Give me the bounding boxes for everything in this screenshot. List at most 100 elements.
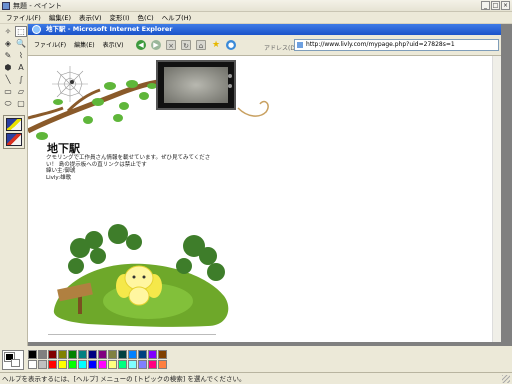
color-swatch[interactable]	[158, 360, 167, 369]
spider-icon	[70, 80, 74, 84]
toolbox: ✧ ⬚ ◈ 🔍 ✎ ⌇ ⬢ A ╲ ∫ ▭ ▱ ⬭ ▢	[0, 24, 28, 346]
color-swatch[interactable]	[78, 350, 87, 359]
ie-url: http://www.livly.com/mypage.php?uid=2782…	[306, 41, 455, 48]
paint-app-icon	[2, 2, 10, 10]
color-swatch[interactable]	[28, 350, 37, 359]
tv-knob	[228, 74, 232, 78]
menu-edit[interactable]: 編集(E)	[45, 12, 75, 24]
rounded-rect-tool-icon[interactable]: ▢	[15, 98, 27, 109]
ie-refresh-icon: ↻	[181, 40, 191, 50]
rect-select-icon[interactable]: ⬚	[15, 26, 27, 37]
opaque-option-icon[interactable]	[6, 118, 22, 131]
ie-history-icon: ●	[226, 40, 236, 50]
vine-icon	[237, 100, 269, 117]
color-swatch[interactable]	[38, 360, 47, 369]
rectangle-tool-icon[interactable]: ▭	[2, 86, 14, 97]
ie-address-field: http://www.livly.com/mypage.php?uid=2782…	[294, 39, 499, 51]
color-swatch[interactable]	[128, 360, 137, 369]
resize-grip-icon[interactable]	[502, 375, 510, 383]
ie-forward-icon: ▶	[151, 40, 161, 50]
ie-home-icon: ⌂	[196, 40, 206, 50]
ie-address-label: アドレス(D)	[264, 45, 298, 52]
menu-help[interactable]: ヘルプ(H)	[158, 12, 195, 24]
paint-window: 無題 - ペイント _ □ × ファイル(F) 編集(E) 表示(V) 変形(I…	[0, 0, 512, 384]
color-swatch[interactable]	[158, 350, 167, 359]
ie-title: 地下駅 - Microsoft Internet Explorer	[46, 25, 173, 33]
tv-knob	[228, 84, 232, 88]
ie-back-icon: ◀	[136, 40, 146, 50]
color-swatch[interactable]	[98, 350, 107, 359]
desc-line: Livly:雄歌	[46, 174, 72, 181]
color-swatch[interactable]	[118, 360, 127, 369]
ie-menu-file: ファイル(F)	[34, 42, 67, 49]
color-swatch[interactable]	[108, 360, 117, 369]
branch-icon	[28, 79, 159, 134]
canvas-area[interactable]: 地下駅 - Microsoft Internet Explorer ファイル(F…	[28, 24, 512, 346]
paint-title: 無題 - ペイント	[13, 2, 62, 10]
paint-menu-bar: ファイル(F) 編集(E) 表示(V) 変形(I) 色(C) ヘルプ(H)	[0, 12, 512, 24]
ie-favorites-icon: ★	[211, 40, 221, 50]
pencil-icon[interactable]: ✎	[2, 50, 14, 61]
curve-tool-icon[interactable]: ∫	[15, 74, 27, 85]
menu-view[interactable]: 表示(V)	[75, 12, 106, 24]
color-swatch[interactable]	[48, 360, 57, 369]
ie-stop-icon: ×	[166, 40, 176, 50]
page-art	[28, 66, 269, 327]
spider-web-icon	[52, 66, 88, 102]
ie-toolbar: ファイル(F) 編集(E) 表示(V) ◀ ▶ × ↻ ⌂ ★ ● アドレス(D…	[28, 35, 501, 56]
page-description: クモリングで工作員さん情報を載せています。ぜひ見てみてくださ い！ 島の提示板へ…	[46, 155, 246, 181]
color-swatch[interactable]	[58, 350, 67, 359]
magnifier-icon[interactable]: 🔍	[15, 38, 27, 49]
color-swatch[interactable]	[68, 350, 77, 359]
color-swatch[interactable]	[128, 350, 137, 359]
paint-title-bar[interactable]: 無題 - ペイント _ □ ×	[0, 0, 512, 12]
divider	[48, 334, 216, 335]
transparent-option-icon[interactable]	[6, 133, 22, 146]
text-tool-icon[interactable]: A	[15, 62, 27, 73]
tv-screen	[164, 67, 228, 103]
menu-image[interactable]: 変形(I)	[106, 12, 134, 24]
page-icon	[297, 42, 303, 48]
status-bar: ヘルプを表示するには、[ヘルプ] メニューの [トピックの検索] を選んでくださ…	[0, 372, 512, 384]
color-swatch[interactable]	[58, 360, 67, 369]
color-swatch[interactable]	[98, 360, 107, 369]
maximize-button[interactable]: □	[491, 1, 500, 10]
fill-bucket-icon[interactable]: ⬢	[2, 62, 14, 73]
brush-icon[interactable]: ⌇	[15, 50, 27, 61]
menu-file[interactable]: ファイル(F)	[2, 12, 45, 24]
background-color[interactable]	[11, 359, 20, 367]
ellipse-tool-icon[interactable]: ⬭	[2, 98, 14, 109]
color-swatch[interactable]	[138, 350, 147, 359]
current-colors	[2, 350, 24, 370]
color-swatch[interactable]	[118, 350, 127, 359]
color-swatch[interactable]	[148, 350, 157, 359]
color-swatches	[28, 350, 167, 369]
pasted-browser-image: 地下駅 - Microsoft Internet Explorer ファイル(F…	[28, 24, 501, 342]
tv-image	[156, 60, 236, 110]
color-swatch[interactable]	[78, 360, 87, 369]
color-swatch[interactable]	[28, 360, 37, 369]
free-select-icon[interactable]: ✧	[2, 26, 14, 37]
color-swatch[interactable]	[38, 350, 47, 359]
color-swatch[interactable]	[68, 360, 77, 369]
web-page: 地下駅 クモリングで工作員さん情報を載せています。ぜひ見てみてくださ い！ 島の…	[28, 56, 501, 342]
close-button[interactable]: ×	[501, 1, 510, 10]
ie-logo-icon	[32, 25, 41, 34]
minimize-button[interactable]: _	[481, 1, 490, 10]
color-swatch[interactable]	[138, 360, 147, 369]
eraser-icon[interactable]: ◈	[2, 38, 14, 49]
color-swatch[interactable]	[88, 350, 97, 359]
ie-menu-edit: 編集(E)	[74, 42, 95, 49]
ie-menu-view: 表示(V)	[102, 42, 124, 49]
polygon-tool-icon[interactable]: ▱	[15, 86, 27, 97]
color-palette	[0, 346, 512, 372]
color-swatch[interactable]	[108, 350, 117, 359]
tool-options-box	[3, 115, 25, 149]
color-swatch[interactable]	[48, 350, 57, 359]
line-tool-icon[interactable]: ╲	[2, 74, 14, 85]
menu-colors[interactable]: 色(C)	[134, 12, 158, 24]
color-swatch[interactable]	[88, 360, 97, 369]
status-text: ヘルプを表示するには、[ヘルプ] メニューの [トピックの検索] を選んでくださ…	[2, 375, 246, 383]
page-title: 地下駅	[47, 142, 80, 155]
color-swatch[interactable]	[148, 360, 157, 369]
